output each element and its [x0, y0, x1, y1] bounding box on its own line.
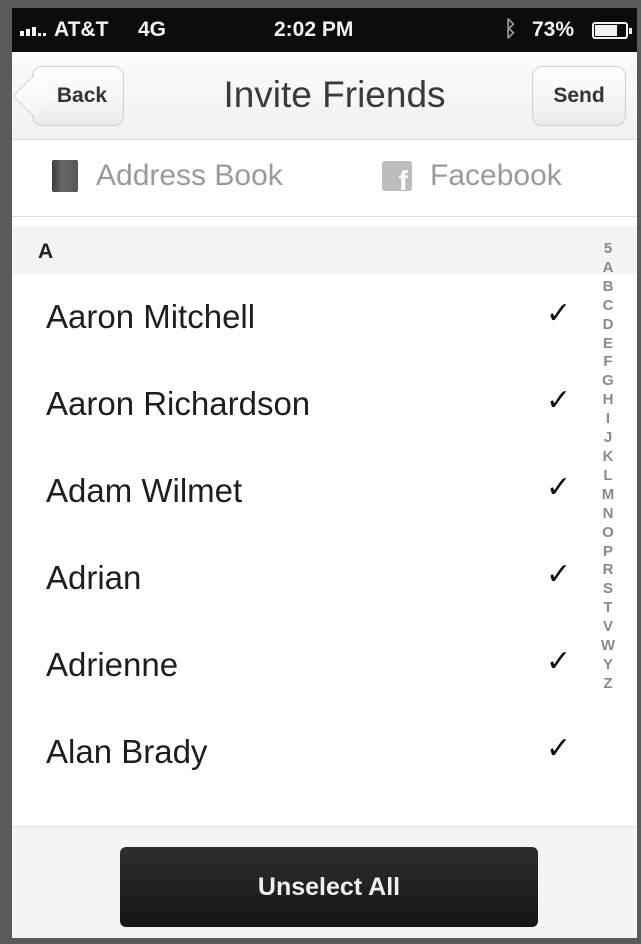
- page-title: Invite Friends: [223, 74, 446, 115]
- tab-facebook-label: Facebook: [430, 159, 562, 192]
- checkmark-icon: ✓: [546, 557, 572, 592]
- alphabet-index[interactable]: 5 A B C D E F G H I J K L M N O P R S T …: [594, 240, 622, 694]
- checkmark-icon: ✓: [546, 296, 572, 331]
- battery-level-fill: [595, 25, 617, 36]
- contact-name: Adrian: [46, 559, 142, 596]
- index-letter[interactable]: D: [603, 316, 614, 335]
- index-letter[interactable]: W: [601, 637, 615, 656]
- contact-list: Aaron Mitchell ✓ Aaron Richardson ✓ Adam…: [12, 274, 637, 796]
- index-letter[interactable]: T: [603, 599, 612, 618]
- battery-percent: 73%: [532, 18, 575, 41]
- contact-row[interactable]: Aaron Mitchell ✓: [12, 274, 637, 361]
- index-letter[interactable]: L: [603, 467, 612, 486]
- tab-address-book[interactable]: Address Book: [52, 159, 283, 193]
- footer-bar: Unselect All: [12, 826, 637, 938]
- facebook-icon: f: [382, 161, 412, 191]
- back-button-label: Back: [56, 84, 108, 107]
- index-letter[interactable]: Z: [603, 675, 612, 694]
- contact-name: Aaron Richardson: [46, 385, 311, 422]
- index-letter[interactable]: P: [603, 543, 613, 562]
- bluetooth-icon: ᛒ: [504, 16, 518, 41]
- index-letter[interactable]: V: [603, 618, 613, 637]
- contact-name: Alan Brady: [46, 733, 208, 770]
- back-button[interactable]: Back: [12, 66, 124, 126]
- navigation-bar: Back Invite Friends Send: [12, 52, 637, 140]
- checkmark-icon: ✓: [546, 731, 572, 766]
- section-header: A: [12, 226, 637, 274]
- contact-row[interactable]: Adrienne ✓: [12, 622, 637, 709]
- contact-row[interactable]: Alan Brady ✓: [12, 709, 637, 796]
- index-letter[interactable]: Y: [603, 656, 613, 675]
- index-letter[interactable]: S: [603, 580, 613, 599]
- contact-row[interactable]: Adrian ✓: [12, 535, 637, 622]
- address-book-icon: [52, 160, 78, 192]
- tab-address-book-label: Address Book: [96, 159, 283, 192]
- index-letter[interactable]: N: [603, 505, 614, 524]
- index-letter[interactable]: H: [603, 391, 614, 410]
- battery-icon: [592, 22, 632, 39]
- index-letter[interactable]: 5: [604, 240, 612, 259]
- network-type: 4G: [138, 18, 167, 41]
- index-letter[interactable]: I: [606, 410, 610, 429]
- carrier-name: AT&T: [54, 18, 109, 41]
- contact-row[interactable]: Adam Wilmet ✓: [12, 448, 637, 535]
- contact-row[interactable]: Aaron Richardson ✓: [12, 361, 637, 448]
- status-time: 2:02 PM: [274, 18, 354, 41]
- index-letter[interactable]: O: [602, 524, 614, 543]
- index-letter[interactable]: G: [602, 372, 614, 391]
- contact-name: Adrienne: [46, 646, 179, 683]
- index-letter[interactable]: R: [603, 561, 614, 580]
- contact-name: Aaron Mitchell: [46, 298, 256, 335]
- phone-screen: AT&T 4G 2:02 PM ᛒ 73% Back Invite Friend…: [12, 8, 637, 938]
- index-letter[interactable]: C: [603, 297, 614, 316]
- tab-facebook[interactable]: f Facebook: [382, 159, 562, 193]
- unselect-all-button[interactable]: Unselect All: [120, 847, 538, 927]
- checkmark-icon: ✓: [546, 644, 572, 679]
- checkmark-icon: ✓: [546, 383, 572, 418]
- index-letter[interactable]: E: [603, 335, 613, 354]
- index-letter[interactable]: M: [602, 486, 615, 505]
- index-letter[interactable]: B: [603, 278, 614, 297]
- source-tabs: Address Book f Facebook: [12, 141, 637, 217]
- signal-strength-icon: [20, 18, 46, 36]
- back-arrow-shape: [12, 73, 58, 119]
- index-letter[interactable]: J: [604, 429, 612, 448]
- send-button[interactable]: Send: [532, 66, 626, 126]
- checkmark-icon: ✓: [546, 470, 572, 505]
- index-letter[interactable]: A: [603, 259, 614, 278]
- contact-name: Adam Wilmet: [46, 472, 243, 509]
- index-letter[interactable]: F: [603, 353, 612, 372]
- index-letter[interactable]: K: [603, 448, 614, 467]
- status-bar: AT&T 4G 2:02 PM ᛒ 73%: [12, 8, 637, 52]
